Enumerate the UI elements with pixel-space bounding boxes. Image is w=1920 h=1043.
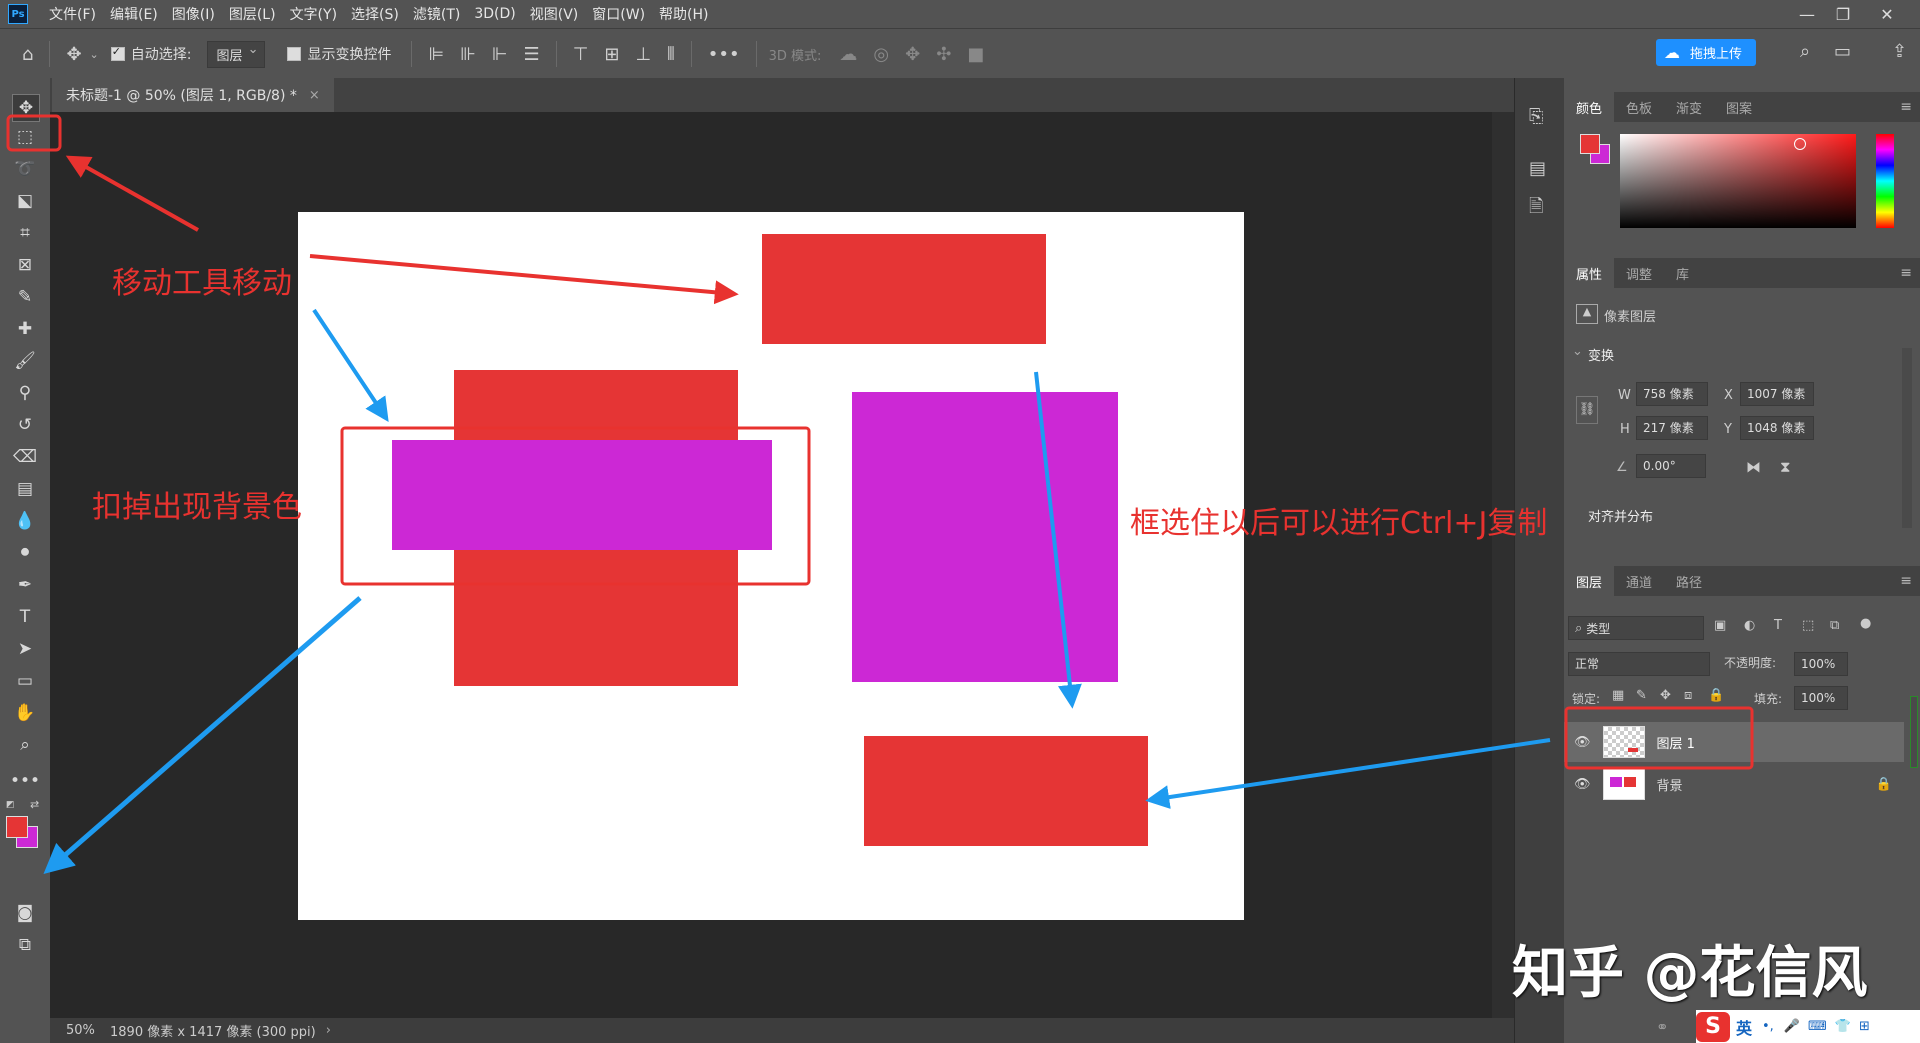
annotation-remove-bg: 扣掉出现背景色: [92, 490, 302, 525]
arrow-to-bottom-rect: [1034, 371, 1082, 709]
arrow-from-layer: [1145, 738, 1551, 810]
punctuation-icon[interactable]: •,: [1762, 1019, 1774, 1034]
annotation-move-tool: 移动工具移动: [112, 266, 292, 301]
arrow-to-color-swatch: [43, 596, 362, 874]
highlight-selection: [340, 426, 811, 586]
ime-language[interactable]: 英: [1736, 1015, 1752, 1039]
arrow-to-top-rect: [309, 254, 739, 305]
annotation-copy-hint: 框选住以后可以进行Ctrl+J复制: [1130, 506, 1548, 541]
highlight-move-tool: [6, 114, 62, 152]
sogou-logo-icon[interactable]: S: [1696, 1011, 1730, 1042]
ime-toolbar: ⚭ S 英 •, 🎤 ⌨ 👕 ⊞: [1656, 1010, 1920, 1043]
link-icon[interactable]: ⚭: [1656, 1018, 1669, 1036]
skin-icon[interactable]: 👕: [1835, 1019, 1851, 1034]
watermark: 知乎 @花信风: [1512, 941, 1868, 1006]
highlight-layer-1: [1564, 706, 1754, 770]
microphone-icon[interactable]: 🎤: [1784, 1019, 1800, 1034]
arrow-to-selection: [312, 308, 389, 422]
toolbox-icon[interactable]: ⊞: [1859, 1019, 1870, 1034]
arrow-to-move-tool: [65, 155, 199, 232]
keyboard-icon[interactable]: ⌨: [1808, 1019, 1827, 1034]
